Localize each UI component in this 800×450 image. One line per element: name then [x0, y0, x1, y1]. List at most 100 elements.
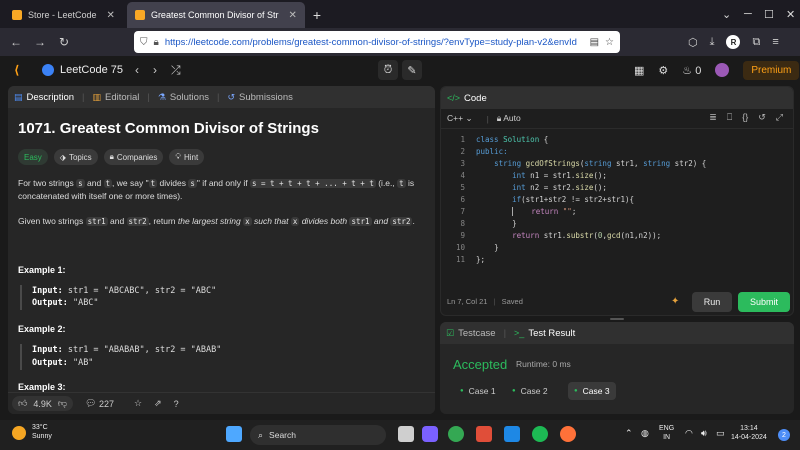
reload-icon[interactable]: ↻: [54, 35, 74, 49]
auto-lock-toggle[interactable]: 🔒︎ Auto: [497, 113, 521, 124]
tray-chevron-up-icon[interactable]: ⌃: [625, 428, 633, 439]
url-text[interactable]: https://leetcode.com/problems/greatest-c…: [165, 37, 584, 48]
tab-solutions[interactable]: ⚗ Solutions: [158, 92, 209, 103]
menu-icon[interactable]: ≡: [772, 36, 778, 48]
help-icon[interactable]: ?: [174, 399, 179, 409]
hint-tag[interactable]: 💡︎ Hint: [169, 149, 205, 165]
lock-icon[interactable]: 🔒︎: [154, 37, 159, 48]
lightbulb-icon: 💡︎: [175, 152, 181, 161]
language-indicator[interactable]: ENG IN: [659, 424, 674, 442]
case-3-tab[interactable]: ● Case 3: [568, 382, 616, 400]
reset-icon[interactable]: ↺: [758, 112, 766, 123]
fullscreen-icon[interactable]: ⤢: [776, 112, 783, 123]
favorite-star-icon[interactable]: ☆: [134, 398, 142, 409]
submit-button[interactable]: Submit: [738, 292, 790, 312]
user-avatar[interactable]: [715, 63, 730, 77]
windsurf-app-icon[interactable]: [504, 426, 520, 442]
bookmark-star-icon[interactable]: ☆: [605, 37, 614, 48]
notification-badge[interactable]: 2: [778, 429, 790, 441]
close-icon[interactable]: ✕: [107, 10, 115, 21]
pocket-icon[interactable]: ⬡: [688, 36, 698, 49]
volume-icon[interactable]: 🔊︎: [701, 428, 707, 439]
taskbar-search[interactable]: ⌕ Search: [250, 425, 386, 445]
next-problem-icon[interactable]: ›: [153, 63, 157, 78]
streak-counter[interactable]: ♨ 0: [682, 64, 701, 77]
extensions-icon[interactable]: ⧉: [752, 36, 760, 49]
function-name: size: [575, 171, 594, 180]
tab-submissions[interactable]: ↺ Submissions: [227, 92, 292, 103]
inline-code: s = t + t + t + ... + t + t: [249, 179, 376, 188]
run-button[interactable]: Run: [692, 292, 732, 312]
problem-title[interactable]: 1071. Greatest Common Divisor of Strings: [18, 120, 425, 137]
shield-icon[interactable]: ⛉: [140, 37, 148, 48]
taskbar-clock[interactable]: 13:14 14-04-2024: [731, 424, 767, 442]
language-value: C++: [447, 113, 464, 123]
leetcode-logo-icon[interactable]: ⟨: [14, 63, 28, 77]
tab-title: Store - LeetCode: [28, 10, 97, 20]
language-select[interactable]: C++ ⌄: [447, 113, 473, 124]
spotify-icon[interactable]: [532, 426, 548, 442]
tab-list-chevron-icon[interactable]: ⌄: [722, 0, 731, 28]
reader-view-icon[interactable]: ▤: [590, 37, 599, 48]
clock-date: 14-04-2024: [731, 434, 767, 442]
code-line: return "";: [476, 207, 576, 216]
teams-icon[interactable]: [422, 426, 438, 442]
toolbar-divider: |: [486, 113, 489, 124]
shuffle-icon[interactable]: ⤮: [171, 63, 181, 78]
chrome-icon[interactable]: [448, 426, 464, 442]
battery-icon[interactable]: ▭: [716, 428, 725, 439]
maximize-button[interactable]: ☐: [764, 0, 774, 28]
thumbs-down-icon[interactable]: 👎︎: [58, 398, 67, 409]
tab-testcase[interactable]: ☑ Testcase: [446, 328, 496, 339]
case-2-tab[interactable]: ● Case 2: [506, 382, 554, 400]
profile-avatar[interactable]: R: [726, 35, 741, 49]
code-line: };: [476, 255, 486, 264]
prev-problem-icon[interactable]: ‹: [135, 63, 139, 78]
layout-grid-icon[interactable]: ▦: [634, 64, 644, 77]
task-view-icon[interactable]: [398, 426, 414, 442]
notes-icon[interactable]: ✎: [402, 60, 422, 80]
tray-app-icon[interactable]: ◍: [641, 428, 649, 439]
case-1-tab[interactable]: ● Case 1: [454, 382, 502, 400]
share-icon[interactable]: ⇗: [154, 398, 162, 409]
tab-editorial[interactable]: ▥ Editorial: [93, 92, 140, 103]
weather-widget[interactable]: 33°C Sunny: [12, 424, 52, 442]
tab-description[interactable]: ▤ Description: [14, 92, 74, 103]
tab-label: Solutions: [169, 91, 209, 103]
browser-tab-problem[interactable]: Greatest Common Divisor of Str ✕: [126, 2, 305, 28]
comments-button[interactable]: 💬︎ 227: [85, 398, 114, 409]
firefox-icon[interactable]: [560, 426, 576, 442]
panel-resize-handle[interactable]: [610, 318, 624, 320]
window-close-button[interactable]: ✕: [786, 0, 795, 28]
app-icon[interactable]: [476, 426, 492, 442]
study-plan-link[interactable]: LeetCode 75: [42, 64, 123, 76]
settings-gear-icon[interactable]: ⚙: [658, 64, 668, 77]
back-arrow-icon[interactable]: ←: [6, 35, 26, 49]
wifi-icon[interactable]: ◠: [685, 428, 693, 439]
minimize-button[interactable]: ─: [744, 0, 752, 28]
download-icon[interactable]: ⤓: [710, 36, 715, 49]
text: (i.e.,: [375, 178, 398, 188]
forward-arrow-icon[interactable]: →: [30, 35, 50, 49]
browser-tab-store[interactable]: Store - LeetCode ✕: [4, 2, 123, 28]
topics-tag[interactable]: ⬗ Topics: [53, 149, 98, 165]
address-bar[interactable]: ⛉ 🔒︎ https://leetcode.com/problems/great…: [134, 31, 620, 53]
code-text: str1,: [611, 159, 644, 168]
format-icon[interactable]: ≣: [709, 112, 717, 123]
premium-button[interactable]: Premium: [743, 60, 800, 80]
new-tab-button[interactable]: +: [313, 2, 321, 28]
code-editor[interactable]: 1 2 3 4 5 6 7 8 9 10 11 class Solution {…: [441, 131, 793, 281]
companies-tag[interactable]: 🔒︎ Companies: [103, 149, 164, 165]
tab-test-result[interactable]: >_ Test Result: [514, 328, 575, 339]
close-icon[interactable]: ✕: [288, 10, 296, 21]
timer-icon[interactable]: ⏰︎: [378, 60, 398, 80]
braces-icon[interactable]: {}: [742, 112, 748, 123]
bookmark-icon[interactable]: ⎕: [727, 112, 732, 123]
thumbs-up-icon[interactable]: 👍︎: [18, 398, 27, 409]
debug-icon[interactable]: ✦: [671, 296, 679, 307]
output-label: Output:: [32, 357, 68, 368]
windows-start-icon[interactable]: [226, 426, 242, 442]
code-text: (str1+str2 != str2+str1){: [521, 195, 635, 204]
document-icon: ▤: [14, 91, 23, 102]
code-line: }: [476, 219, 517, 228]
